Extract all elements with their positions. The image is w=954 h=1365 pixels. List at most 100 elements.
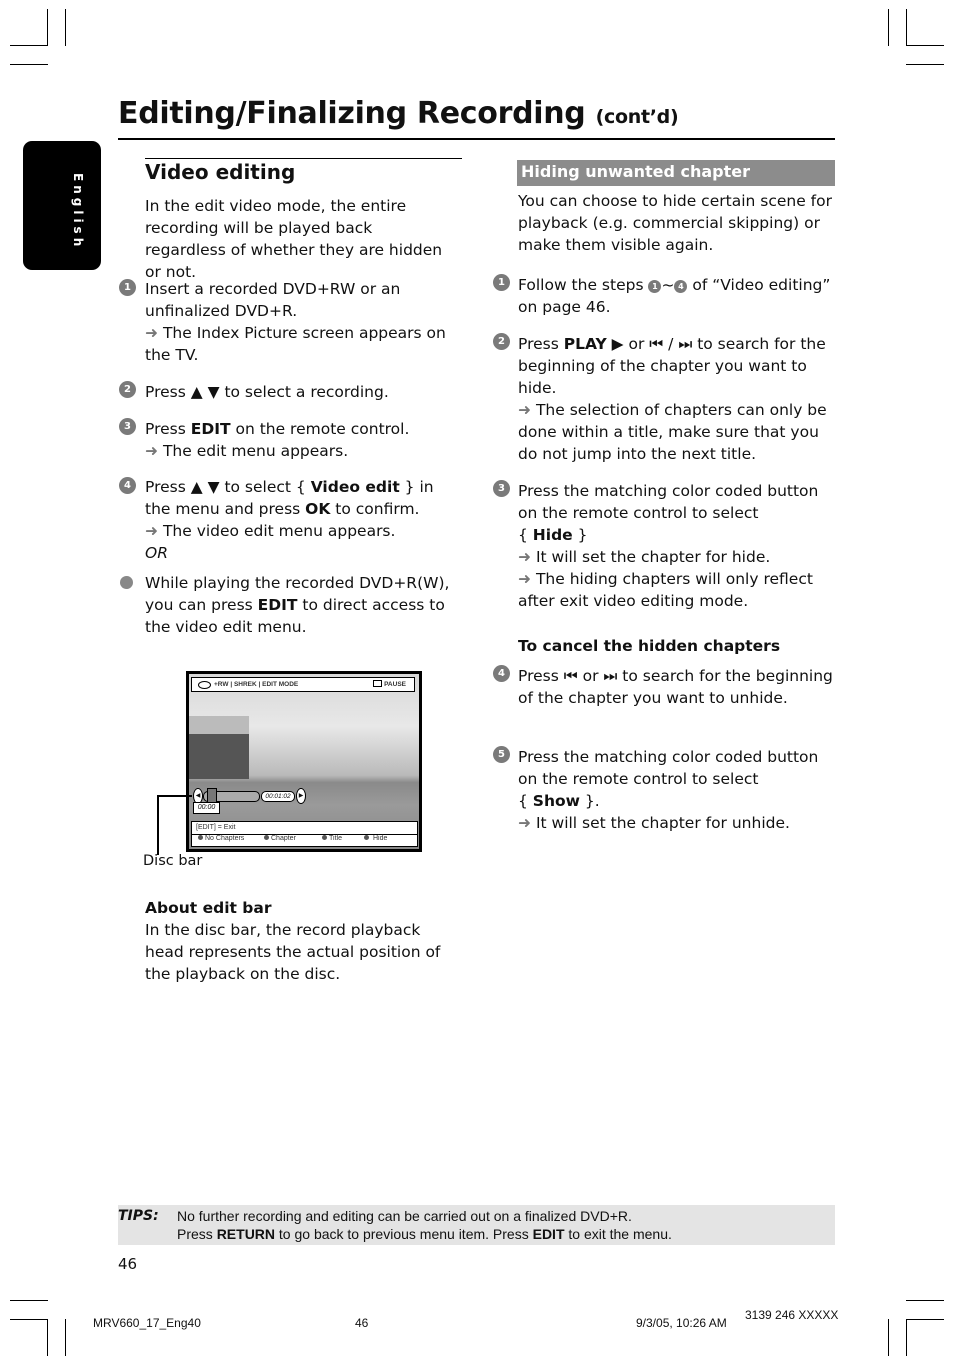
osd-title: +RW | SHREK | EDIT MODE [214, 681, 299, 688]
callout-line [157, 795, 159, 855]
language-tab-label: English [71, 173, 85, 251]
video-editing-intro: In the edit video mode, the entire recor… [145, 197, 443, 281]
about-edit-bar: About edit bar In the disc bar, the reco… [145, 897, 460, 985]
hiding-step-2-text: Press [518, 335, 564, 353]
play-key: PLAY [563, 335, 607, 353]
crop-mark [10, 45, 48, 46]
crop-mark [906, 9, 907, 46]
hide-option: Hide [532, 526, 573, 544]
up-down-keys-icon: ▲ ▼ [190, 478, 220, 496]
step-number-1: 1 [119, 279, 136, 296]
step-number-2: 2 [493, 333, 510, 350]
step-4-text: Press [145, 478, 191, 496]
crop-mark [906, 45, 944, 46]
page-number: 46 [118, 1255, 138, 1273]
arrow-icon: ➜ [145, 324, 158, 342]
tips-label: TIPS: [118, 1208, 159, 1224]
hiding-step-3-result-1: It will set the chapter for hide. [535, 548, 771, 566]
step-ref-icon: 1 [648, 280, 662, 293]
color-dot-icon [364, 835, 369, 840]
osd-status-text: PAUSE [384, 681, 406, 688]
hiding-intro: You can choose to hide certain scene for… [518, 192, 832, 254]
return-key: RETURN [216, 1226, 276, 1242]
video-frame: +RW | SHREK | EDIT MODE PAUSE ◀ 00:01:02… [189, 674, 419, 849]
step-3: Press EDIT on the remote control. ➜ The … [145, 418, 455, 462]
disc-bar-label: Disc bar [143, 853, 203, 869]
section-title-hiding: Hiding unwanted chapter [521, 162, 751, 181]
about-edit-bar-title: About edit bar [145, 899, 272, 917]
crop-mark [65, 1319, 66, 1356]
hiding-step-2-result: The selection of chapters can only be do… [518, 401, 827, 463]
about-edit-bar-text: In the disc bar, the record playback hea… [145, 921, 441, 983]
crop-mark [10, 1319, 48, 1320]
footer-date: 9/3/05, 10:26 AM [636, 1316, 727, 1330]
step-ref-icon: 4 [674, 280, 688, 293]
hiding-step-3-text: Press the matching color coded button on… [518, 482, 819, 522]
callout-line [157, 795, 192, 797]
page-title-suffix: (cont’d) [595, 106, 679, 128]
edit-key: EDIT [257, 596, 298, 614]
bullet-icon [120, 576, 133, 589]
osd-status: PAUSE [373, 680, 406, 688]
hiding-step-5-result: It will set the chapter for unhide. [535, 814, 790, 832]
edit-key: EDIT [532, 1226, 565, 1242]
section-title-video-editing: Video editing [145, 160, 296, 184]
step-4-result: The video edit menu appears. [162, 522, 396, 540]
step-number-2: 2 [119, 381, 136, 398]
tips-line-1: No further recording and editing can be … [177, 1208, 632, 1224]
option-hide: Hide [364, 835, 387, 842]
tips-line-2: Press RETURN to go back to previous menu… [177, 1226, 672, 1242]
time-start: 00:00 [193, 802, 220, 814]
next-arrow-icon: ▶ [296, 788, 306, 804]
arrow-icon: ➜ [145, 522, 158, 540]
arrow-icon: ➜ [518, 570, 531, 588]
step-number-3: 3 [119, 418, 136, 435]
step-3-result: The edit menu appears. [162, 442, 349, 460]
section-divider [145, 158, 462, 159]
step-4-text-mid: to select { [219, 478, 311, 496]
crop-mark [888, 9, 889, 46]
step-number-4: 4 [119, 477, 136, 494]
crop-mark [906, 1319, 907, 1356]
color-dot-icon [264, 835, 269, 840]
or-label: OR [145, 544, 168, 562]
crop-mark [888, 1319, 889, 1356]
arrow-icon: ➜ [145, 442, 158, 460]
step-2: Press ▲ ▼ to select a recording. [145, 381, 455, 403]
step-3-text-end: on the remote control. [230, 420, 410, 438]
edit-key: EDIT [190, 420, 231, 438]
video-edit-option: Video edit [310, 478, 400, 496]
hiding-step-3-result-2: The hiding chapters will only reflect af… [518, 570, 813, 610]
disc-icon [198, 681, 211, 689]
crop-mark [47, 9, 48, 46]
option-title: Title [322, 835, 342, 842]
option-no-chapters: No Chapters [198, 835, 244, 842]
barn [189, 734, 249, 779]
crop-mark [65, 9, 66, 46]
language-tab: English [23, 141, 101, 270]
osd-status-bar: +RW | SHREK | EDIT MODE PAUSE [191, 677, 415, 692]
tips-box: TIPS: No further recording and editing c… [118, 1205, 835, 1245]
time-end: 00:01:02 [261, 791, 295, 802]
hiding-step-1: Follow the steps 1 ~4 of “Video editing” … [518, 276, 831, 316]
page-title-text: Editing/Finalizing Recording [118, 96, 586, 131]
ok-key: OK [305, 500, 331, 518]
step-number-3: 3 [493, 480, 510, 497]
crop-mark [47, 1319, 48, 1356]
footer-page: 46 [355, 1316, 369, 1330]
arrow-icon: ➜ [518, 401, 531, 419]
color-dot-icon [322, 835, 327, 840]
arrow-icon: ➜ [518, 814, 531, 832]
step-2-text-end: to select a recording. [219, 383, 389, 401]
hiding-step-3: Press the matching color coded button on… [518, 482, 819, 610]
hiding-step-5-text: Press the matching color coded button on… [518, 748, 819, 788]
step-1-result: The Index Picture screen appears on the … [145, 324, 446, 364]
option-chapter: Chapter [264, 835, 296, 842]
show-option: Show [532, 792, 580, 810]
alt-step: While playing the recorded DVD+R(W), you… [145, 572, 460, 638]
step-number-1: 1 [493, 274, 510, 291]
step-4: Press ▲ ▼ to select { Video edit } in th… [145, 476, 460, 564]
exit-hint: [EDIT] = Exit [196, 824, 236, 831]
play-icon: ▶ [611, 335, 624, 353]
crop-mark [906, 1300, 944, 1301]
